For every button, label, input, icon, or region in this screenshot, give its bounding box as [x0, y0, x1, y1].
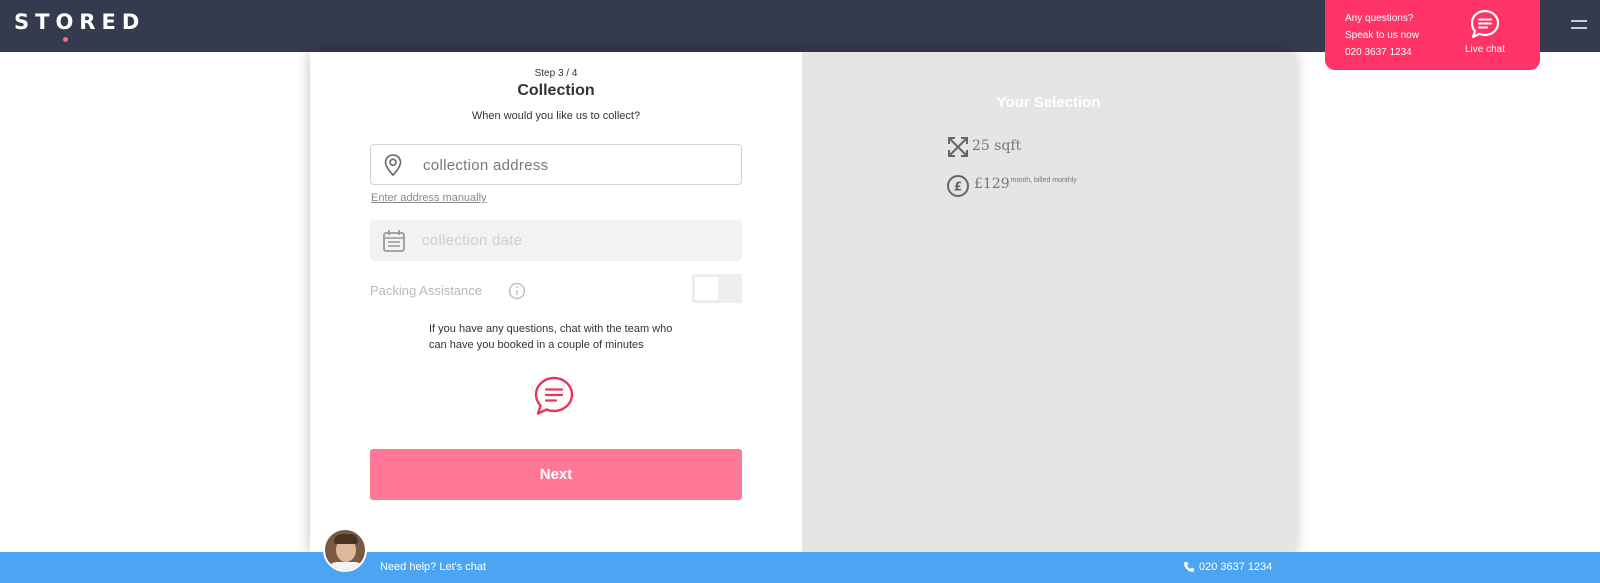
help-text: Any questions? Speak to us now 020 3637 … — [1345, 10, 1419, 61]
date-placeholder: collection date — [422, 232, 523, 249]
top-header: STORED Any questions? Speak to us now 02… — [0, 0, 1600, 70]
collection-address-input[interactable]: collection address — [370, 144, 742, 185]
packing-assistance-label: Packing Assistance — [370, 283, 483, 298]
help-box: Any questions? Speak to us now 020 3637 … — [1325, 0, 1540, 70]
menu-bar — [1571, 27, 1587, 29]
chat-bubble-icon[interactable] — [532, 374, 576, 418]
price-value: £129 — [974, 176, 1010, 192]
phone-icon — [1184, 562, 1194, 572]
enter-address-manually-link[interactable]: Enter address manually — [371, 192, 487, 204]
pound-icon: £ — [947, 175, 969, 197]
stored-logo[interactable]: STORED — [14, 10, 145, 34]
next-button[interactable]: Next — [370, 449, 742, 500]
info-icon[interactable] — [508, 282, 526, 300]
live-chat-button[interactable]: Live chat — [1455, 8, 1515, 55]
step-indicator: Step 3 / 4 — [534, 68, 578, 79]
need-help-chat-link[interactable]: Need help? Let's chat — [380, 561, 486, 573]
packing-assistance-toggle[interactable] — [692, 274, 742, 303]
help-line-speak: Speak to us now — [1345, 30, 1419, 41]
your-selection-panel: Your Selection 25 sqft £ £129month, bill… — [802, 52, 1295, 552]
avatar[interactable] — [323, 528, 367, 572]
selection-size: 25 sqft — [972, 138, 1022, 154]
page-subtitle: When would you like us to collect? — [471, 110, 641, 122]
selection-price: £129month, billed monthly — [974, 176, 1077, 192]
hamburger-menu-icon[interactable] — [1571, 20, 1587, 34]
help-line-questions: Any questions? — [1345, 13, 1414, 24]
address-placeholder: collection address — [423, 157, 549, 174]
help-phone-link[interactable]: 020 3637 1234 — [1345, 44, 1419, 61]
chat-bubble-icon — [1470, 9, 1500, 39]
toggle-knob — [695, 277, 718, 300]
booking-card: Step 3 / 4 Collection When would you lik… — [310, 52, 1295, 552]
map-pin-icon — [384, 154, 402, 177]
avatar-hair — [334, 534, 358, 544]
live-chat-label: Live chat — [1464, 44, 1506, 55]
expand-arrows-icon — [948, 137, 968, 157]
svg-text:£: £ — [954, 180, 962, 194]
menu-bar — [1571, 20, 1587, 22]
calendar-icon — [383, 230, 405, 252]
selection-title: Your Selection — [996, 94, 1101, 111]
logo-dot — [63, 37, 68, 42]
collection-form-panel: Step 3 / 4 Collection When would you lik… — [310, 52, 802, 552]
footer-phone-number[interactable]: 020 3637 1234 — [1199, 561, 1272, 573]
help-footer-bar[interactable] — [0, 552, 1600, 583]
page-title: Collection — [517, 82, 595, 99]
collection-date-input[interactable]: collection date — [370, 220, 742, 261]
questions-text: If you have any questions, chat with the… — [429, 323, 673, 351]
price-note: month, billed monthly — [1010, 177, 1077, 184]
